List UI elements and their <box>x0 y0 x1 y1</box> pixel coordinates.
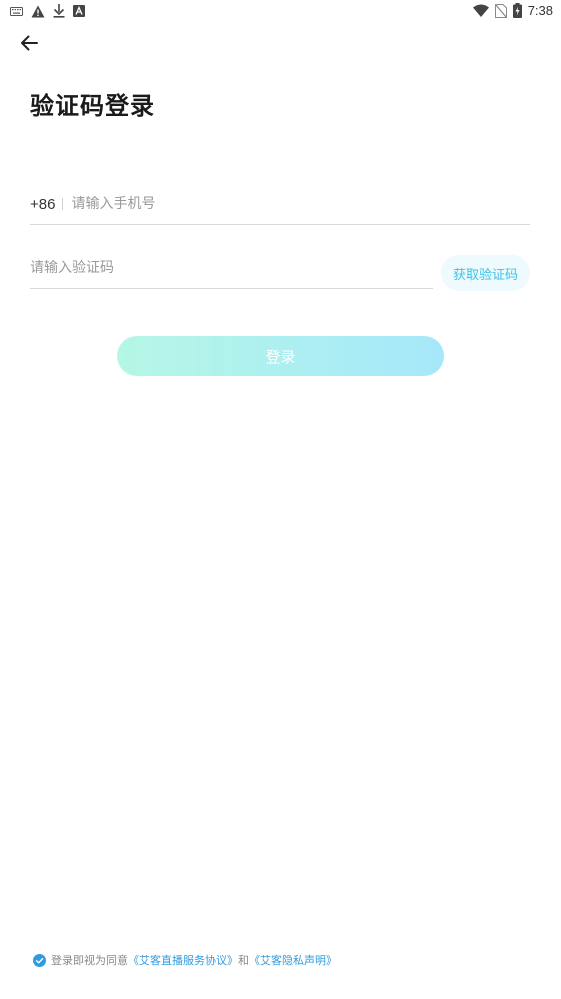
code-input-row <box>30 248 433 289</box>
battery-charging-icon <box>512 3 522 18</box>
warning-icon <box>31 5 45 17</box>
status-left <box>10 4 85 18</box>
download-icon <box>53 4 65 18</box>
arrow-left-icon <box>21 35 38 51</box>
back-button[interactable] <box>14 28 44 58</box>
verification-code-input[interactable] <box>30 253 433 283</box>
no-sim-icon <box>494 3 507 18</box>
login-button[interactable]: 登录 <box>117 336 444 376</box>
phone-input[interactable] <box>71 189 530 219</box>
agreement-prefix: 登录即视为同意 <box>51 954 128 967</box>
get-code-button[interactable]: 获取验证码 <box>441 255 530 291</box>
country-code-divider <box>62 198 64 210</box>
user-agreement-link[interactable]: 《艾客直播服务协议》 <box>128 952 238 968</box>
privacy-statement-link[interactable]: 《艾客隐私声明》 <box>249 952 337 968</box>
agreement-conjunction: 和 <box>238 954 249 967</box>
agreement-check-icon[interactable] <box>33 953 46 967</box>
status-bar: 7:38 <box>0 0 561 24</box>
country-code[interactable]: +86 <box>30 196 55 213</box>
phone-input-row: +86 <box>30 184 530 225</box>
agreement-row: 登录即视为同意 《艾客直播服务协议》 和 《艾客隐私声明》 <box>33 952 337 968</box>
status-time: 7:38 <box>527 3 553 18</box>
a-box-icon <box>73 5 85 17</box>
page-title: 验证码登录 <box>30 92 155 120</box>
wifi-icon <box>472 4 489 17</box>
keyboard-icon <box>10 6 23 16</box>
status-right: 7:38 <box>472 3 553 18</box>
